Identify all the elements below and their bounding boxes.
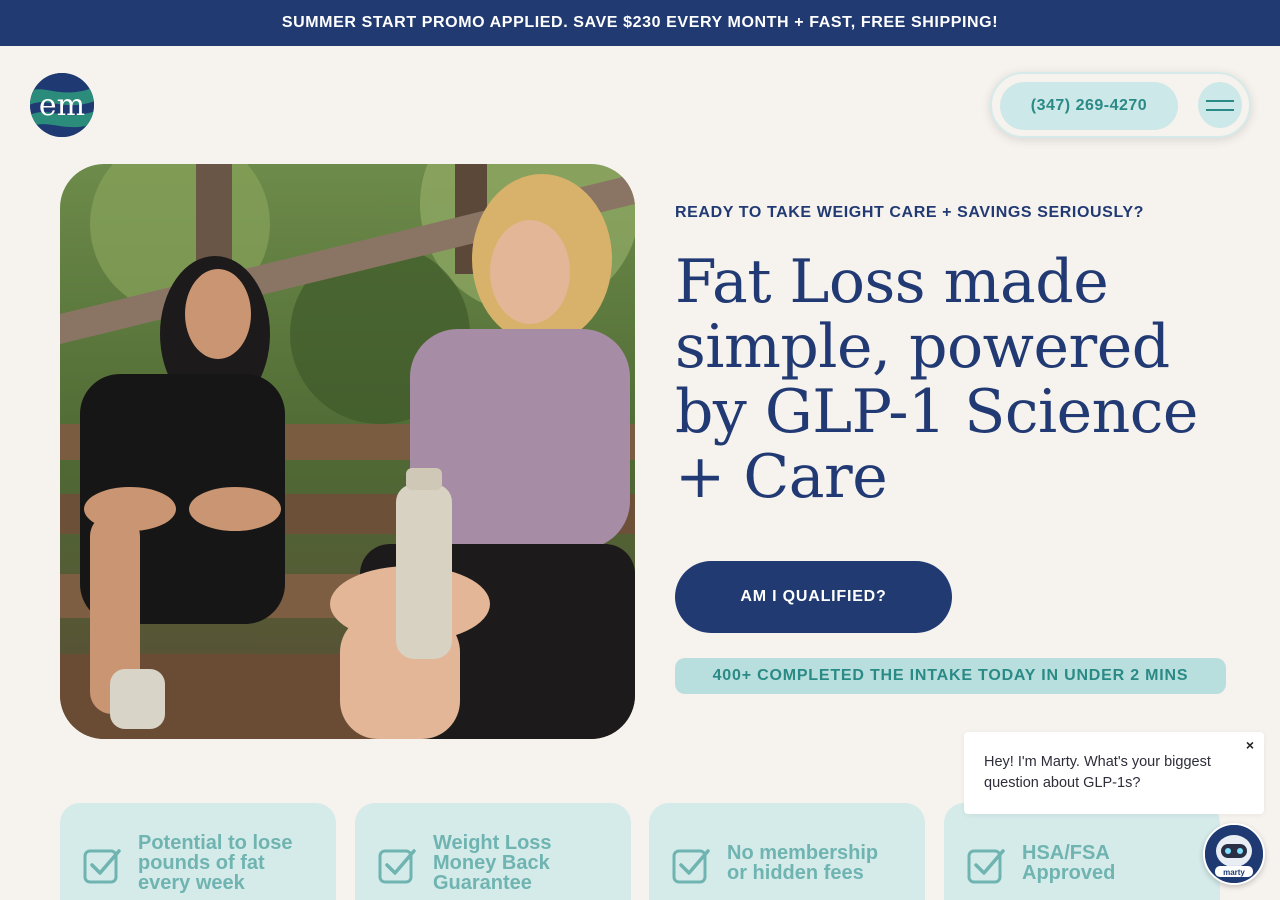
hamburger-icon-line — [1206, 108, 1234, 111]
feature-card-money-back: Weight Loss Money Back Guarantee — [355, 803, 631, 900]
menu-button[interactable] — [1198, 82, 1242, 128]
am-i-qualified-button[interactable]: AM I QUALIFIED? — [675, 561, 952, 633]
hero-photo — [60, 164, 635, 739]
chat-avatar-button[interactable]: marty — [1203, 823, 1265, 885]
checkbox-icon — [966, 845, 1006, 885]
feature-card-hsa-fsa: HSA/FSA Approved — [944, 803, 1220, 900]
close-icon[interactable]: × — [1246, 737, 1254, 753]
feature-text: No membership or hidden fees — [727, 842, 879, 884]
hamburger-icon — [1206, 99, 1234, 102]
checkbox-icon — [82, 845, 122, 885]
social-proof-text: 400+ COMPLETED THE INTAKE TODAY IN UNDER… — [712, 667, 1189, 684]
hero-image — [60, 164, 635, 739]
hero-eyebrow: READY TO TAKE WEIGHT CARE + SAVINGS SERI… — [675, 204, 1144, 221]
chat-message: Hey! I'm Marty. What's your biggest ques… — [984, 754, 1211, 791]
qualify-button-label: AM I QUALIFIED? — [740, 588, 887, 605]
feature-card-lose-fat: Potential to lose pounds of fat every we… — [60, 803, 336, 900]
feature-card-no-fees: No membership or hidden fees — [649, 803, 925, 900]
checkbox-icon — [671, 845, 711, 885]
header-contact-pill: (347) 269-4270 — [990, 72, 1251, 138]
promo-text: SUMMER START PROMO APPLIED. SAVE $230 EV… — [281, 14, 999, 31]
hero-headline: Fat Loss made simple, powered by GLP-1 S… — [675, 247, 1198, 512]
feature-text: HSA/FSA Approved — [1022, 842, 1116, 884]
svg-text:em: em — [39, 88, 85, 123]
chat-popup[interactable]: × Hey! I'm Marty. What's your biggest qu… — [964, 732, 1264, 814]
feature-text: Potential to lose pounds of fat every we… — [138, 832, 293, 894]
site-logo[interactable]: em — [30, 73, 94, 137]
feature-text: Weight Loss Money Back Guarantee — [433, 832, 552, 894]
promo-banner: SUMMER START PROMO APPLIED. SAVE $230 EV… — [0, 0, 1280, 46]
phone-button[interactable]: (347) 269-4270 — [1000, 82, 1178, 130]
robot-icon: marty — [1205, 825, 1263, 883]
checkbox-icon — [377, 845, 417, 885]
phone-number: (347) 269-4270 — [1030, 97, 1148, 114]
svg-text:marty: marty — [1223, 868, 1245, 877]
em-logo-icon: em — [30, 73, 94, 137]
social-proof-badge: 400+ COMPLETED THE INTAKE TODAY IN UNDER… — [675, 658, 1226, 694]
